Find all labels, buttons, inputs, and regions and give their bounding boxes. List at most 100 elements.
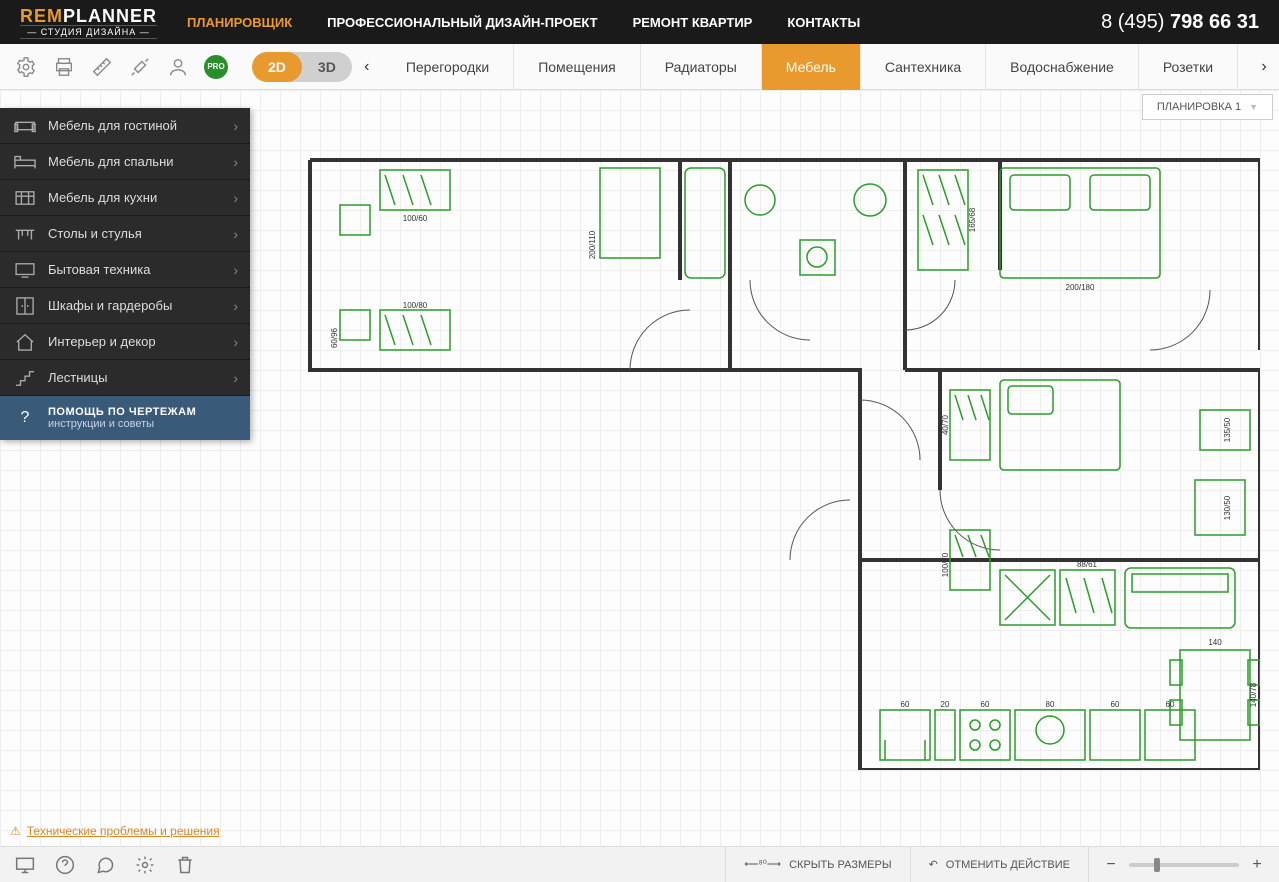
gear-icon[interactable] (134, 854, 156, 876)
chevron-right-icon: › (233, 298, 238, 314)
tab-plumbing[interactable]: Сантехника (861, 44, 986, 90)
sidebar-item-living[interactable]: Мебель для гостиной › (0, 108, 250, 144)
svg-text:140: 140 (1208, 638, 1222, 647)
view-3d[interactable]: 3D (302, 52, 352, 82)
undo-button[interactable]: ↶ ОТМЕНИТЬ ДЕЙСТВИЕ (910, 847, 1088, 882)
tab-rooms[interactable]: Помещения (514, 44, 641, 90)
logo-rem: REM (20, 6, 63, 26)
furniture-sidebar: Мебель для гостиной › Мебель для спальни… (0, 108, 250, 440)
sidebar-item-bedroom[interactable]: Мебель для спальни › (0, 144, 250, 180)
trash-icon[interactable] (174, 854, 196, 876)
tab-outlets[interactable]: Розетки (1139, 44, 1238, 90)
chevron-right-icon: › (233, 226, 238, 242)
user-icon[interactable] (166, 55, 190, 79)
tools-icon[interactable] (128, 55, 152, 79)
svg-text:88/61: 88/61 (1077, 560, 1098, 569)
zoom-in-button[interactable]: + (1249, 856, 1265, 874)
zoom-out-button[interactable]: − (1103, 856, 1119, 874)
sidebar-item-stairs[interactable]: Лестницы › (0, 360, 250, 396)
bottom-icons (0, 854, 210, 876)
chevron-right-icon: › (233, 370, 238, 386)
category-tabs: Перегородки Помещения Радиаторы Мебель С… (382, 44, 1249, 90)
phone-number: 8 (495) 798 66 31 (1101, 11, 1259, 34)
logo[interactable]: REMPLANNER — СТУДИЯ ДИЗАЙНА — (20, 6, 157, 39)
tab-water[interactable]: Водоснабжение (986, 44, 1139, 90)
wardrobe-icon (12, 296, 38, 316)
home-icon (12, 332, 38, 352)
chat-icon[interactable] (94, 854, 116, 876)
bottom-actions: ⟵⁸⁰⟶ СКРЫТЬ РАЗМЕРЫ ↶ ОТМЕНИТЬ ДЕЙСТВИЕ … (725, 847, 1279, 882)
svg-text:100/60: 100/60 (403, 214, 428, 223)
main-nav: ПЛАНИРОВЩИК ПРОФЕССИОНАЛЬНЫЙ ДИЗАЙН-ПРОЕ… (187, 15, 1101, 30)
tab-furniture[interactable]: Мебель (762, 44, 861, 90)
svg-text:130/50: 130/50 (1223, 495, 1232, 520)
bed-icon (12, 152, 38, 172)
ruler-icon[interactable] (90, 55, 114, 79)
question-icon: ? (12, 409, 38, 427)
svg-text:165/68: 165/68 (968, 207, 977, 232)
print-icon[interactable] (52, 55, 76, 79)
logo-planner: PLANNER (63, 6, 157, 26)
svg-text:200/110: 200/110 (588, 230, 597, 259)
zoom-thumb[interactable] (1154, 858, 1160, 872)
tab-walls[interactable]: Перегородки (382, 44, 514, 90)
tabs-prev[interactable]: ‹ (352, 44, 382, 90)
stairs-icon (12, 368, 38, 388)
svg-text:60: 60 (981, 700, 990, 709)
svg-text:60: 60 (901, 700, 910, 709)
sidebar-item-kitchen[interactable]: Мебель для кухни › (0, 180, 250, 216)
tab-radiators[interactable]: Радиаторы (641, 44, 762, 90)
svg-text:140/78: 140/78 (1249, 682, 1258, 707)
sidebar-item-decor[interactable]: Интерьер и декор › (0, 324, 250, 360)
hide-sizes-button[interactable]: ⟵⁸⁰⟶ СКРЫТЬ РАЗМЕРЫ (725, 847, 909, 882)
svg-text:60/96: 60/96 (330, 327, 339, 348)
zoom-control: − + (1088, 847, 1279, 882)
layout-selector[interactable]: ПЛАНИРОВКА 1 ▼ (1142, 94, 1273, 120)
svg-text:200/180: 200/180 (1066, 283, 1095, 292)
chevron-right-icon: › (233, 154, 238, 170)
nav-planner[interactable]: ПЛАНИРОВЩИК (187, 15, 292, 30)
sidebar-item-appliances[interactable]: Бытовая техника › (0, 252, 250, 288)
toolbar: PRO 2D 3D ‹ Перегородки Помещения Радиат… (0, 44, 1279, 90)
pro-badge[interactable]: PRO (204, 55, 228, 79)
sidebar-item-wardrobes[interactable]: Шкафы и гардеробы › (0, 288, 250, 324)
help-icon[interactable] (54, 854, 76, 876)
svg-text:135/50: 135/50 (1223, 417, 1232, 442)
svg-text:20: 20 (941, 700, 950, 709)
chevron-right-icon: › (233, 334, 238, 350)
tabs-next[interactable]: › (1249, 44, 1279, 90)
bottom-bar: ⟵⁸⁰⟶ СКРЫТЬ РАЗМЕРЫ ↶ ОТМЕНИТЬ ДЕЙСТВИЕ … (0, 846, 1279, 882)
screen-icon[interactable] (14, 854, 36, 876)
settings-icon[interactable] (14, 55, 38, 79)
dimension-icon: ⟵⁸⁰⟶ (744, 859, 781, 870)
svg-text:80: 80 (1046, 700, 1055, 709)
sidebar-item-tables[interactable]: Столы и стулья › (0, 216, 250, 252)
nav-design[interactable]: ПРОФЕССИОНАЛЬНЫЙ ДИЗАЙН-ПРОЕКТ (327, 15, 597, 30)
zoom-slider[interactable] (1129, 863, 1239, 867)
tv-icon (12, 260, 38, 280)
svg-text:60: 60 (1166, 700, 1175, 709)
kitchen-icon (12, 188, 38, 208)
header: REMPLANNER — СТУДИЯ ДИЗАЙНА — ПЛАНИРОВЩИ… (0, 0, 1279, 44)
tool-icons: PRO (0, 55, 242, 79)
svg-text:40/70: 40/70 (941, 414, 950, 435)
undo-icon: ↶ (929, 858, 938, 871)
sofa-icon (12, 116, 38, 136)
svg-text:100/80: 100/80 (403, 301, 428, 310)
chevron-right-icon: › (233, 262, 238, 278)
svg-text:60: 60 (1111, 700, 1120, 709)
nav-repair[interactable]: РЕМОНТ КВАРТИР (633, 15, 753, 30)
warning-icon: ⚠ (10, 824, 21, 838)
nav-contacts[interactable]: КОНТАКТЫ (787, 15, 860, 30)
view-toggle: 2D 3D (252, 52, 352, 82)
chevron-down-icon: ▼ (1249, 102, 1258, 112)
chevron-right-icon: › (233, 190, 238, 206)
floorplan[interactable]: 100/60 200/110 100/80 60/96 165/68 200/1… (300, 150, 1260, 770)
tech-issues-link[interactable]: ⚠ Технические проблемы и решения (10, 824, 220, 838)
chevron-right-icon: › (233, 118, 238, 134)
svg-text:100/70: 100/70 (941, 552, 950, 577)
view-2d[interactable]: 2D (252, 52, 302, 82)
sidebar-help[interactable]: ? ПОМОЩЬ ПО ЧЕРТЕЖАМ инструкции и советы (0, 396, 250, 440)
logo-subtitle: — СТУДИЯ ДИЗАЙНА — (20, 25, 157, 39)
table-icon (12, 224, 38, 244)
